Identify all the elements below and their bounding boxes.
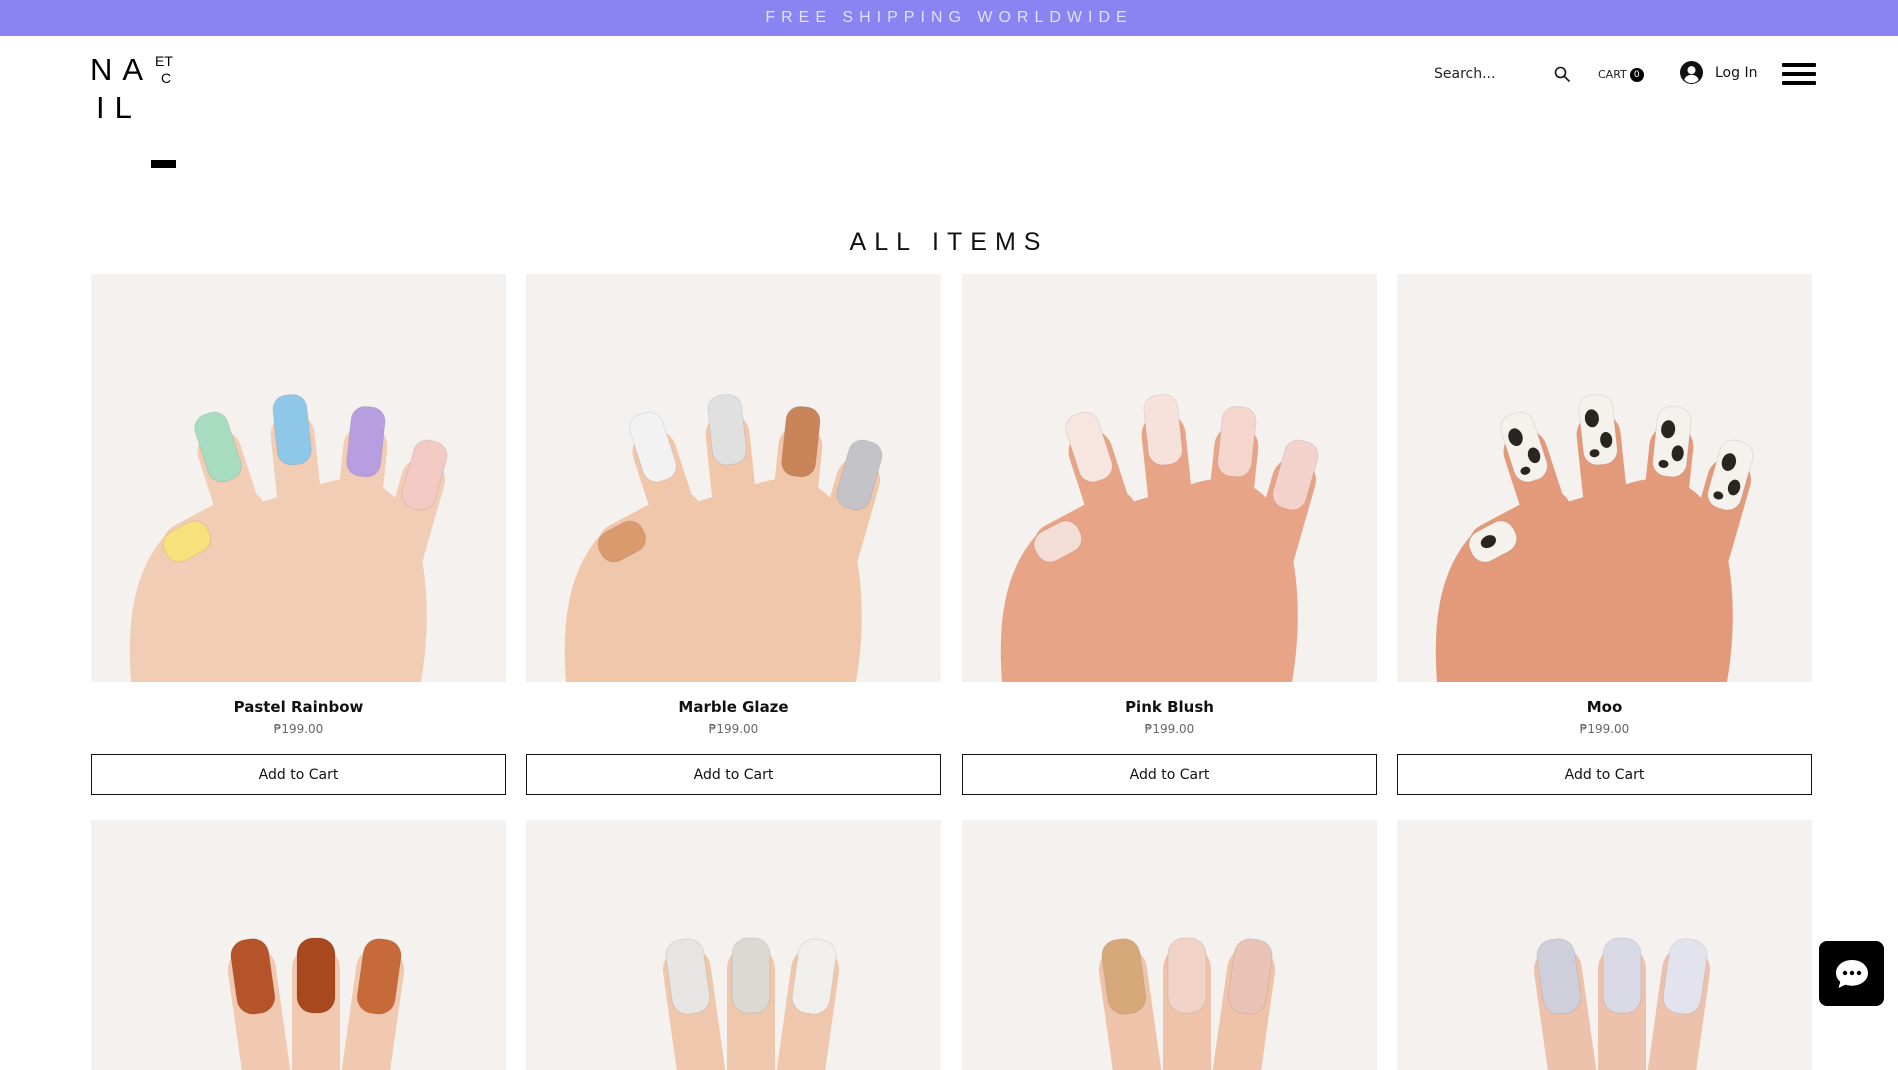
- nail: [836, 439, 883, 511]
- nail: [1652, 405, 1692, 478]
- site-logo[interactable]: NA ET C IL: [90, 50, 190, 180]
- nail-hand-illustration: [1435, 394, 1754, 682]
- nail-hand-illustration: [129, 394, 448, 682]
- product-name[interactable]: Marble Glaze: [526, 698, 941, 716]
- search-input[interactable]: [1434, 63, 1574, 85]
- product-name[interactable]: Pink Blush: [962, 698, 1377, 716]
- nail: [1602, 937, 1642, 1014]
- product-image[interactable]: [526, 274, 941, 682]
- chat-bubble-icon: [1835, 959, 1868, 988]
- finger: [775, 938, 840, 1070]
- finger: [1211, 938, 1276, 1070]
- nail-hand-illustration: [564, 394, 883, 682]
- product-image[interactable]: [526, 820, 941, 1070]
- hand-shape: [1435, 394, 1754, 682]
- nail-hand-illustration: [662, 937, 840, 1070]
- finger: [727, 937, 775, 1070]
- product-image[interactable]: [1397, 820, 1812, 1070]
- login-label: Log In: [1715, 64, 1758, 81]
- shipping-banner-text: FREE SHIPPING WORLDWIDE: [765, 9, 1133, 26]
- nail: [272, 394, 312, 466]
- logo-small-2: C: [161, 70, 172, 86]
- product-price: ₱199.00: [1579, 722, 1630, 736]
- product-image[interactable]: [91, 274, 506, 682]
- nail: [401, 439, 448, 511]
- search-icon[interactable]: [1554, 66, 1570, 82]
- hand-shape: [1533, 937, 1711, 1070]
- page-title: ALL ITEMS: [849, 228, 1049, 256]
- product-price: ₱199.00: [273, 722, 324, 736]
- logo-line-1: NA: [90, 52, 154, 87]
- cart-count-badge: 0: [1629, 67, 1644, 82]
- finger: [1533, 938, 1598, 1070]
- chat-button[interactable]: [1819, 941, 1884, 1006]
- product-price: ₱199.00: [1144, 722, 1195, 736]
- product-name[interactable]: Pastel Rainbow: [91, 698, 506, 716]
- product-name[interactable]: Moo: [1397, 698, 1812, 716]
- nail-hand-illustration: [227, 937, 405, 1070]
- product-image[interactable]: [91, 820, 506, 1070]
- nail: [781, 405, 821, 478]
- nail: [1167, 937, 1207, 1014]
- hand-shape: [662, 937, 840, 1070]
- hand-shape: [227, 937, 405, 1070]
- finger: [662, 938, 727, 1070]
- hand-shape: [1000, 394, 1319, 682]
- user-avatar-icon: [1680, 61, 1703, 84]
- finger: [292, 937, 340, 1070]
- product-price: ₱199.00: [708, 722, 759, 736]
- logo-small-1: ET: [155, 53, 173, 69]
- finger: [340, 938, 405, 1070]
- nail: [1217, 405, 1257, 478]
- nail-hand-illustration: [1533, 937, 1711, 1070]
- hand-shape: [1098, 937, 1276, 1070]
- add-to-cart-button[interactable]: Add to Cart: [526, 754, 941, 795]
- finger: [227, 938, 292, 1070]
- nail-hand-illustration: [1098, 937, 1276, 1070]
- nail: [1707, 439, 1754, 511]
- product-image[interactable]: [1397, 274, 1812, 682]
- nail: [731, 937, 771, 1014]
- logo-line-2: IL: [96, 90, 142, 125]
- logo-bar: [151, 160, 176, 168]
- cart-label: CART: [1598, 68, 1627, 81]
- nail: [296, 937, 336, 1014]
- hamburger-menu-icon[interactable]: [1782, 63, 1816, 85]
- nail: [1272, 439, 1319, 511]
- finger: [1098, 938, 1163, 1070]
- nail: [346, 405, 386, 478]
- login-button[interactable]: Log In: [1680, 61, 1757, 84]
- nail: [707, 394, 747, 466]
- shipping-banner: FREE SHIPPING WORLDWIDE: [0, 0, 1898, 36]
- add-to-cart-button[interactable]: Add to Cart: [1397, 754, 1812, 795]
- add-to-cart-button[interactable]: Add to Cart: [962, 754, 1377, 795]
- add-to-cart-button[interactable]: Add to Cart: [91, 754, 506, 795]
- hand-shape: [564, 394, 883, 682]
- nail: [1143, 394, 1183, 466]
- finger: [1646, 938, 1711, 1070]
- finger: [1598, 937, 1646, 1070]
- finger: [1163, 937, 1211, 1070]
- nail-hand-illustration: [1000, 394, 1319, 682]
- product-image[interactable]: [962, 820, 1377, 1070]
- cart-link[interactable]: CART 0: [1598, 66, 1644, 83]
- hand-shape: [129, 394, 448, 682]
- product-image[interactable]: [962, 274, 1377, 682]
